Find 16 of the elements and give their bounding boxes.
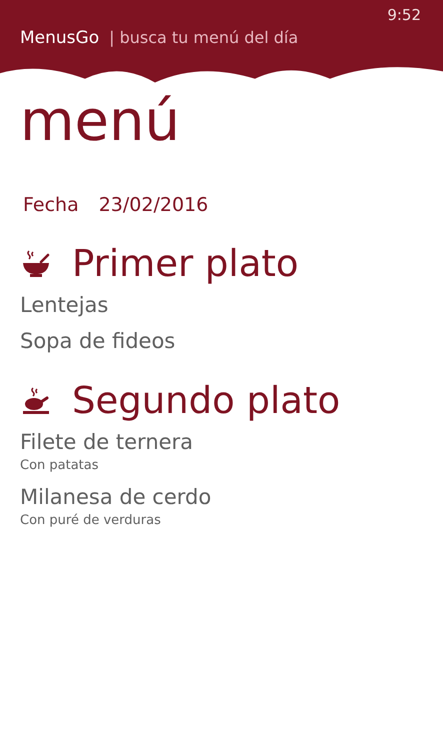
dish-name: Milanesa de cerdo [20,485,212,509]
roast-platter-icon [20,386,52,416]
soup-bowl-icon [20,248,52,278]
section-heading: Primer plato [72,242,299,285]
section-heading: Segundo plato [72,379,340,422]
dish-name: Sopa de fideos [20,329,176,353]
dish-name: Lentejas [20,293,110,317]
tagline: | busca tu menú del día [109,28,298,47]
date-value: 23/02/2016 [98,194,208,216]
page-title: menú [20,90,181,154]
dish-name: Filete de ternera [20,430,194,454]
date-label: Fecha [23,194,79,216]
clock-time: 9:52 [387,6,421,24]
dish-note: Con patatas [20,458,100,473]
dish-note: Con puré de verduras [20,513,162,528]
app-name: MenusGo [20,28,100,48]
